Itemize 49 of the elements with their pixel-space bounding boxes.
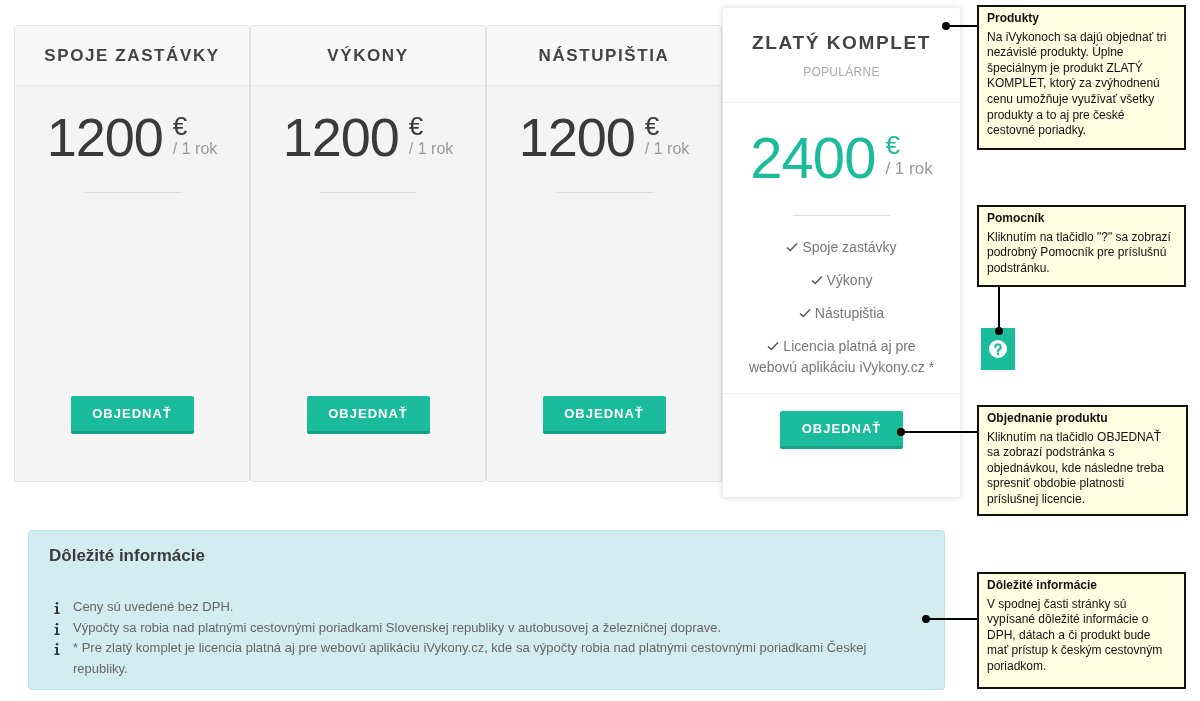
- check-icon: [798, 308, 811, 318]
- order-button[interactable]: OBJEDNAŤ: [306, 396, 430, 434]
- info-title: Dôležité informácie: [49, 545, 206, 567]
- price-period: / 1 rok: [408, 140, 454, 158]
- plan-feature: Nástupištia: [798, 303, 885, 324]
- price-period: / 1 rok: [172, 140, 218, 158]
- check-icon: [786, 242, 799, 252]
- help-icon: [989, 340, 1007, 358]
- currency-symbol: €: [408, 114, 424, 138]
- price-amount: 2400: [750, 129, 876, 187]
- check-icon: [810, 275, 823, 285]
- help-button[interactable]: [981, 328, 1015, 370]
- info-icon: [54, 643, 60, 655]
- callout-title: Produkty: [987, 11, 1040, 27]
- currency-symbol: €: [885, 133, 900, 157]
- plan-title: ZLATÝ KOMPLET: [752, 32, 931, 54]
- order-button[interactable]: OBJEDNAŤ: [70, 396, 194, 434]
- info-text: * Pre zlatý komplet je licencia platná aj pre webovú aplikáciu iVykony.cz, kde sa výpočty robia nad platnými cestovnými poriadkami Českej republiky.: [73, 639, 868, 678]
- price-amount: 1200: [282, 110, 399, 164]
- callout-connector: [922, 615, 977, 623]
- plan-feature: Spoje zastávky: [786, 237, 897, 258]
- info-icon: [54, 602, 60, 614]
- price-period: / 1 rok: [885, 159, 933, 179]
- callout-title: Dôležité informácie: [987, 578, 1099, 594]
- callout-title: Objednanie produktu: [987, 411, 1109, 427]
- check-icon: [767, 341, 780, 351]
- price-period: / 1 rok: [644, 140, 690, 158]
- callout-text: Kliknutím na tlačidlo "?" sa zobrazí podrobný Pomocník pre príslušnú podstránku.: [987, 229, 1172, 277]
- callout-text: V spodnej časti stránky sú vypísané dôležité informácie o DPH, dátach a či produkt bude mať prístup k českým cestovným poriadkom.: [987, 596, 1164, 675]
- currency-symbol: €: [644, 114, 660, 138]
- info-text: Ceny sú uvedené bez DPH.: [73, 598, 234, 616]
- plan-title: SPOJE ZASTÁVKY: [44, 45, 220, 66]
- plan-title: VÝKONY: [327, 45, 409, 66]
- callout-title: Pomocník: [987, 211, 1046, 227]
- plan-title: NÁSTUPIŠTIA: [538, 45, 670, 66]
- plan-feature: Výkony: [810, 270, 873, 291]
- plan-subtitle: POPULÁRNE: [803, 65, 880, 79]
- order-button[interactable]: OBJEDNAŤ: [780, 411, 903, 449]
- currency-symbol: €: [172, 114, 188, 138]
- plan-feature: Licencia platná aj pre webovú aplikáciu iVykony.cz *: [747, 337, 936, 377]
- callout-text: Na iVykonoch sa dajú objednať tri nezávislé produkty. Úplne špeciálnym je produkt ZLATÝ KOMPLET, ktorý za zvýhodnenú cenu umožňuje využívať všetky produkty a to aj pre české cestovné poriadky.: [987, 29, 1168, 139]
- price-amount: 1200: [518, 110, 635, 164]
- info-text: Výpočty sa robia nad platnými cestovnými poriadkami Slovenskej republiky v autobusovej a železničnej doprave.: [73, 618, 722, 637]
- callout-connector: [995, 285, 1003, 335]
- info-icon: [54, 622, 60, 635]
- callout-text: Kliknutím na tlačidlo OBJEDNAŤ sa zobrazí podstránka s objednávkou, kde následne treba spresniť obdobie platnosti príslušnej licencie.: [987, 429, 1165, 508]
- price-amount: 1200: [46, 110, 163, 164]
- order-button[interactable]: OBJEDNAŤ: [542, 396, 666, 434]
- callout-connector: [942, 22, 977, 30]
